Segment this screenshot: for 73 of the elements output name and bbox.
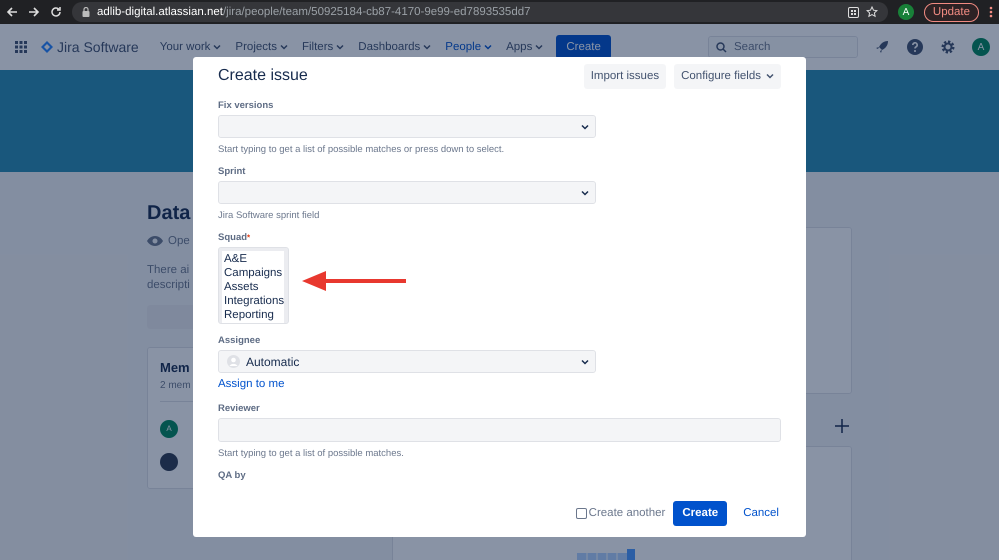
- help-text: Start typing to get a list of possible matches.: [218, 448, 405, 460]
- profile-avatar[interactable]: A: [898, 4, 914, 20]
- card-title: Mem: [160, 360, 190, 375]
- star-icon[interactable]: [866, 6, 878, 18]
- nav-menu-item[interactable]: Projects: [230, 37, 293, 57]
- caret-icon: [581, 358, 589, 365]
- caret-icon: [423, 44, 432, 50]
- forward-icon[interactable]: [28, 6, 40, 18]
- search-icon: [716, 42, 727, 53]
- caret-icon: [581, 124, 589, 130]
- nav-menu-item[interactable]: People: [440, 37, 498, 57]
- checkbox[interactable]: [576, 508, 587, 519]
- create-button[interactable]: Create: [556, 35, 611, 59]
- search-field[interactable]: Search: [708, 36, 858, 58]
- select-field[interactable]: [218, 181, 596, 204]
- team-title: Data: [147, 202, 190, 225]
- help-icon[interactable]: [906, 38, 924, 56]
- create-button[interactable]: Create: [673, 500, 728, 526]
- list-option[interactable]: Assets: [224, 280, 282, 294]
- address-bar[interactable]: adlib-digital.atlassian.net/jira/people/team/50925184-cb87-4170-9e99-ed7893535dd7: [72, 2, 888, 22]
- caret-icon: [336, 44, 344, 50]
- select-field[interactable]: Automatic: [218, 350, 596, 374]
- list-option[interactable]: Campaigns: [224, 266, 282, 280]
- help-text: Start typing to get a list of possible matches or press down to select.: [218, 144, 506, 156]
- jira-logo-icon[interactable]: [41, 41, 53, 53]
- required-marker: *: [247, 233, 250, 242]
- back-icon[interactable]: [6, 6, 18, 18]
- field-label: Assignee: [218, 335, 260, 346]
- url-text: adlib-digital.atlassian.net/jira/people/team/50925184-cb87-4170-9e99-ed7893535dd7: [97, 6, 531, 18]
- field-label: Fix versions: [218, 100, 274, 112]
- select-field[interactable]: [218, 115, 596, 138]
- help-text: Jira Software sprint field: [218, 210, 320, 222]
- caret-icon: [766, 73, 774, 80]
- product-name[interactable]: Jira Software: [57, 39, 139, 55]
- rocket-icon[interactable]: [874, 39, 890, 55]
- squad-listbox[interactable]: A&E Campaigns Assets Integrations Reporting: [218, 247, 289, 324]
- caret-icon: [484, 44, 492, 50]
- update-button[interactable]: Update: [924, 2, 979, 22]
- description-text: descripti: [147, 278, 190, 293]
- reload-icon[interactable]: [50, 6, 62, 18]
- nav-menu-item[interactable]: Your work: [154, 37, 226, 57]
- nav-menu-item[interactable]: Dashboards: [353, 37, 436, 57]
- text-field[interactable]: [218, 418, 781, 442]
- field-label: Sprint: [218, 166, 246, 178]
- list-option[interactable]: Reporting: [224, 308, 282, 322]
- field-label: Reviewer: [218, 403, 260, 414]
- caret-icon: [280, 44, 288, 50]
- nav-menu-item[interactable]: Apps: [501, 37, 548, 57]
- lock-icon: [82, 7, 90, 17]
- member-avatar[interactable]: [160, 452, 178, 470]
- qr-code-icon[interactable]: [848, 6, 859, 18]
- header-button[interactable]: Configure fields: [674, 64, 781, 89]
- description-text: There ai: [147, 263, 190, 278]
- settings-icon[interactable]: [940, 39, 956, 55]
- member-count: 2 mem: [160, 380, 191, 391]
- app-switcher-icon[interactable]: [15, 41, 27, 53]
- list-option[interactable]: Integrations: [224, 294, 282, 308]
- caret-icon: [581, 190, 589, 196]
- field-label: Squad: [218, 232, 248, 244]
- checkbox-label: Create another: [588, 507, 666, 520]
- list-option[interactable]: A&E: [224, 252, 282, 266]
- assign-link[interactable]: Assign to me: [218, 378, 284, 390]
- eye-icon: [147, 236, 163, 246]
- add-icon[interactable]: [835, 419, 849, 433]
- visibility-label: Ope: [168, 235, 190, 247]
- dialog-title: Create issue: [218, 67, 308, 86]
- nav-menu-item[interactable]: Filters: [296, 37, 350, 57]
- caret-icon: [213, 44, 222, 50]
- field-label: QA by: [218, 470, 246, 482]
- caret-icon: [535, 44, 544, 50]
- cancel-link[interactable]: Cancel: [735, 507, 781, 520]
- more-icon[interactable]: [989, 6, 993, 18]
- header-button[interactable]: Import issues: [584, 64, 666, 89]
